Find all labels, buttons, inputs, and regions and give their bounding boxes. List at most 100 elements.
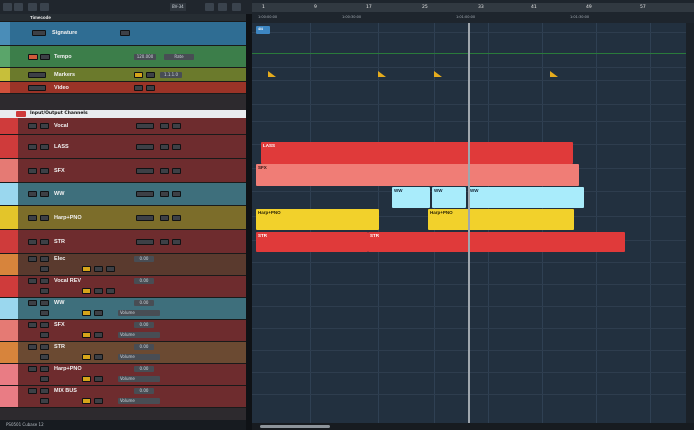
track-ww-bus[interactable]: WW 0.00 Volume — [0, 298, 246, 320]
tempo-icon[interactable] — [28, 54, 38, 60]
solo-button[interactable] — [40, 388, 49, 394]
automation-param[interactable]: Volume — [118, 332, 160, 338]
solo-button[interactable] — [40, 344, 49, 350]
track-str-bus[interactable]: STR 0.00 Volume — [0, 342, 246, 364]
track-button[interactable] — [94, 266, 103, 272]
track-signature[interactable]: Signature — [0, 22, 246, 46]
marker-flag[interactable] — [268, 71, 276, 77]
write-button[interactable] — [82, 310, 91, 316]
list-icon[interactable] — [28, 3, 37, 11]
read-button[interactable] — [40, 288, 49, 294]
signature-event[interactable]: 4/4 — [256, 26, 270, 34]
track-button[interactable] — [94, 332, 103, 338]
mute-button[interactable] — [40, 54, 50, 60]
track-button[interactable] — [172, 144, 181, 150]
marker-icon[interactable] — [28, 72, 46, 78]
track-mix-bus[interactable]: MIX BUS 0.00 Volume — [0, 386, 246, 408]
mute-button[interactable] — [28, 123, 37, 129]
solo-button[interactable] — [40, 256, 49, 262]
write-button[interactable] — [82, 354, 91, 360]
event-sfx[interactable]: SFX — [256, 164, 579, 186]
track-str[interactable]: STR — [0, 230, 246, 254]
automation-param[interactable]: Volume — [118, 398, 160, 404]
mute-button[interactable] — [28, 388, 37, 394]
ruler-track[interactable]: Timecode — [0, 14, 246, 22]
track-video[interactable]: Video — [0, 82, 246, 94]
event-str[interactable]: STR — [256, 232, 368, 252]
solo-button[interactable] — [40, 144, 49, 150]
track-vocal[interactable]: Vocal — [0, 118, 246, 135]
event-ww[interactable]: WW — [468, 187, 584, 208]
window-menu-icon-2[interactable] — [14, 3, 23, 11]
solo-button[interactable] — [40, 191, 49, 197]
close-icon[interactable] — [232, 3, 241, 11]
search-icon[interactable] — [205, 3, 214, 11]
mute-button[interactable] — [28, 322, 37, 328]
track-harp-bus[interactable]: Harp+PNO 0.00 Volume — [0, 364, 246, 386]
video-button[interactable] — [134, 85, 143, 91]
volume-value[interactable]: 0.00 — [134, 344, 154, 350]
track-controls[interactable] — [136, 144, 154, 150]
track-button[interactable] — [172, 123, 181, 129]
track-controls[interactable] — [136, 239, 154, 245]
timeline-ruler[interactable]: 1 9 17 25 33 41 49 57 1:00:00:00 1:00:30… — [252, 0, 694, 23]
event-harp[interactable]: Harp+PNO — [428, 209, 574, 230]
mute-button[interactable] — [28, 300, 37, 306]
volume-value[interactable]: 0.00 — [134, 256, 154, 262]
write-button[interactable] — [82, 288, 91, 294]
track-controls[interactable] — [136, 215, 154, 221]
solo-button[interactable] — [40, 215, 49, 221]
read-button[interactable] — [40, 376, 49, 382]
settings-icon[interactable] — [218, 3, 227, 11]
track-ww[interactable]: WW — [0, 183, 246, 206]
marker-position[interactable]: 1.1.1.0 — [160, 72, 182, 78]
track-button[interactable] — [160, 168, 169, 174]
track-button[interactable] — [160, 123, 169, 129]
track-sfx-bus[interactable]: SFX 0.00 Volume — [0, 320, 246, 342]
track-button[interactable] — [160, 239, 169, 245]
automation-param[interactable]: Volume — [118, 376, 160, 382]
tempo-mode[interactable]: Rate — [164, 54, 194, 60]
event-ww[interactable]: WW — [392, 187, 430, 208]
signature-value[interactable] — [120, 30, 130, 36]
mute-button[interactable] — [28, 144, 37, 150]
tempo-value[interactable]: 120.000 — [134, 54, 156, 60]
mute-button[interactable] — [32, 30, 46, 36]
solo-button[interactable] — [40, 123, 49, 129]
read-button[interactable] — [40, 332, 49, 338]
mute-button[interactable] — [28, 215, 37, 221]
read-button[interactable] — [40, 266, 49, 272]
track-harp[interactable]: Harp+PNO — [0, 206, 246, 230]
track-controls[interactable] — [136, 168, 154, 174]
folder-track[interactable]: Input/Output Channels — [0, 110, 246, 118]
track-button[interactable] — [94, 288, 103, 294]
solo-button[interactable] — [40, 168, 49, 174]
mute-button[interactable] — [28, 168, 37, 174]
arrange-window[interactable]: 4/4 LASS SFX WW WW WW Harp+PNO Harp+PNO … — [252, 23, 694, 423]
track-controls[interactable] — [136, 191, 154, 197]
track-tempo[interactable]: Tempo 120.000 Rate — [0, 46, 246, 68]
solo-button[interactable] — [40, 239, 49, 245]
automation-param[interactable]: Volume — [118, 354, 160, 360]
solo-button[interactable] — [40, 278, 49, 284]
track-button[interactable] — [106, 288, 115, 294]
track-markers[interactable]: Markers 1.1.1.0 — [0, 68, 246, 82]
mute-button[interactable] — [28, 256, 37, 262]
marker-flag[interactable] — [550, 71, 558, 77]
volume-value[interactable]: 0.00 — [134, 278, 154, 284]
write-button[interactable] — [82, 332, 91, 338]
grid-icon[interactable] — [40, 3, 49, 11]
window-menu-icon[interactable] — [3, 3, 12, 11]
marker-cycle-button[interactable] — [146, 72, 155, 78]
mute-button[interactable] — [28, 239, 37, 245]
video-icon[interactable] — [28, 85, 46, 91]
volume-value[interactable]: 0.00 — [134, 322, 154, 328]
track-button[interactable] — [160, 215, 169, 221]
solo-button[interactable] — [40, 300, 49, 306]
mute-button[interactable] — [28, 344, 37, 350]
track-button[interactable] — [172, 215, 181, 221]
volume-value[interactable]: 0.00 — [134, 388, 154, 394]
scrollbar-thumb[interactable] — [260, 425, 330, 428]
marker-flag[interactable] — [434, 71, 442, 77]
read-button[interactable] — [40, 398, 49, 404]
